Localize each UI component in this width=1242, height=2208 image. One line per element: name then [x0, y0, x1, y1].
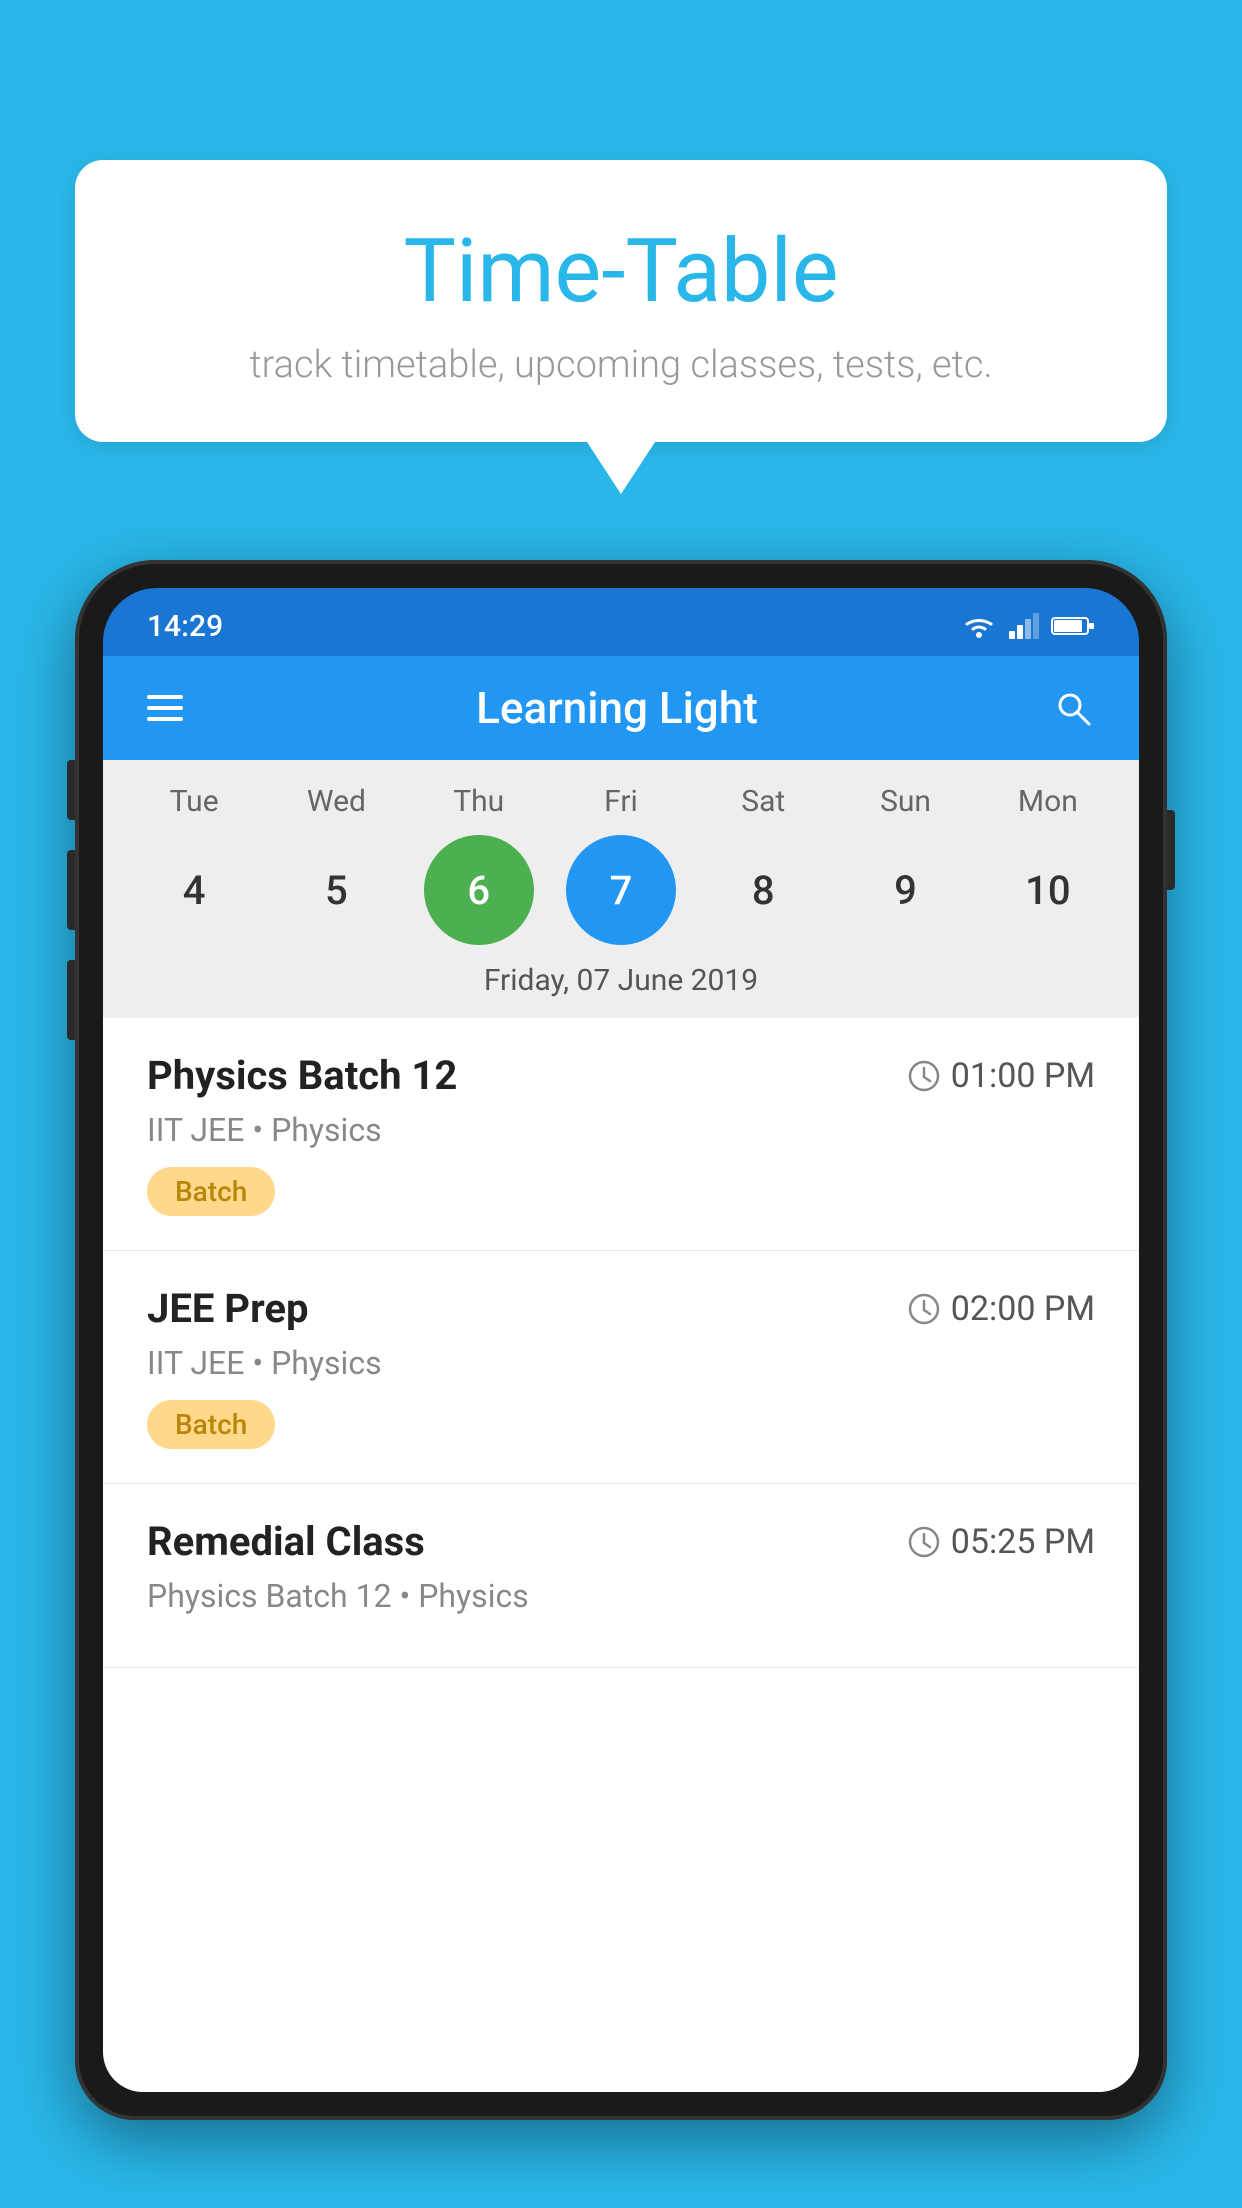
wifi-icon [961, 612, 997, 640]
schedule-subtitle-3: Physics Batch 12 • Physics [147, 1577, 1095, 1615]
day-mon[interactable]: Mon [983, 784, 1113, 819]
selected-date-label: Friday, 07 June 2019 [103, 945, 1139, 1018]
screen-content: Learning Light Tue Wed Thu Fri [103, 656, 1139, 2092]
date-9[interactable]: 9 [851, 835, 961, 945]
schedule-title-2: JEE Prep [147, 1285, 308, 1332]
bubble-title: Time-Table [135, 220, 1107, 323]
date-10[interactable]: 10 [993, 835, 1103, 945]
app-title: Learning Light [476, 682, 758, 734]
schedule-item-1-header: Physics Batch 12 01:00 PM [147, 1052, 1095, 1099]
status-icons [961, 612, 1095, 640]
speech-bubble-container: Time-Table track timetable, upcoming cla… [75, 160, 1167, 442]
status-time: 14:29 [147, 609, 223, 644]
schedule-item-3-header: Remedial Class 05:25 PM [147, 1518, 1095, 1565]
schedule-item-2[interactable]: JEE Prep 02:00 PM IIT JEE • Physics [103, 1251, 1139, 1484]
schedule-title-1: Physics Batch 12 [147, 1052, 457, 1099]
calendar-strip: Tue Wed Thu Fri Sat Sun Mon 4 5 6 7 8 [103, 760, 1139, 1018]
bubble-subtitle: track timetable, upcoming classes, tests… [135, 343, 1107, 387]
phone-wrapper: 14:29 [75, 560, 1167, 2208]
hamburger-line [147, 706, 183, 710]
batch-badge-1: Batch [147, 1167, 275, 1216]
hamburger-line [147, 717, 183, 721]
clock-icon-1 [907, 1059, 941, 1093]
mute-button [67, 760, 75, 820]
time-text-2: 02:00 PM [951, 1289, 1095, 1329]
schedule-subtitle-1: IIT JEE • Physics [147, 1111, 1095, 1149]
date-4[interactable]: 4 [139, 835, 249, 945]
time-text-1: 01:00 PM [951, 1056, 1095, 1096]
phone-screen: 14:29 [103, 588, 1139, 2092]
phone-outer: 14:29 [75, 560, 1167, 2120]
schedule-list: Physics Batch 12 01:00 PM IIT JEE • Ph [103, 1018, 1139, 1668]
date-6-today[interactable]: 6 [424, 835, 534, 945]
time-text-3: 05:25 PM [951, 1522, 1095, 1562]
days-header: Tue Wed Thu Fri Sat Sun Mon [103, 784, 1139, 819]
volume-down-button [67, 960, 75, 1040]
schedule-title-3: Remedial Class [147, 1518, 425, 1565]
clock-icon-2 [907, 1292, 941, 1326]
status-bar: 14:29 [103, 588, 1139, 656]
batch-badge-2: Batch [147, 1400, 275, 1449]
schedule-item-2-header: JEE Prep 02:00 PM [147, 1285, 1095, 1332]
schedule-item-3[interactable]: Remedial Class 05:25 PM Physics Batch [103, 1484, 1139, 1668]
schedule-time-1: 01:00 PM [907, 1056, 1095, 1096]
schedule-time-3: 05:25 PM [907, 1522, 1095, 1562]
app-bar: Learning Light [103, 656, 1139, 760]
day-wed[interactable]: Wed [271, 784, 401, 819]
speech-bubble: Time-Table track timetable, upcoming cla… [75, 160, 1167, 442]
power-button [1167, 810, 1175, 890]
date-7-selected[interactable]: 7 [566, 835, 676, 945]
signal-icon [1009, 613, 1039, 639]
schedule-item-1[interactable]: Physics Batch 12 01:00 PM IIT JEE • Ph [103, 1018, 1139, 1251]
day-tue[interactable]: Tue [129, 784, 259, 819]
search-button[interactable] [1051, 686, 1095, 730]
day-fri[interactable]: Fri [556, 784, 686, 819]
hamburger-menu[interactable] [147, 695, 183, 721]
volume-up-button [67, 850, 75, 930]
search-icon [1053, 688, 1093, 728]
schedule-subtitle-2: IIT JEE • Physics [147, 1344, 1095, 1382]
battery-icon [1051, 615, 1095, 637]
day-sun[interactable]: Sun [841, 784, 971, 819]
hamburger-line [147, 695, 183, 699]
day-sat[interactable]: Sat [698, 784, 828, 819]
date-5[interactable]: 5 [281, 835, 391, 945]
schedule-time-2: 02:00 PM [907, 1289, 1095, 1329]
clock-icon-3 [907, 1525, 941, 1559]
date-8[interactable]: 8 [708, 835, 818, 945]
dates-row: 4 5 6 7 8 9 10 [103, 835, 1139, 945]
day-thu[interactable]: Thu [414, 784, 544, 819]
